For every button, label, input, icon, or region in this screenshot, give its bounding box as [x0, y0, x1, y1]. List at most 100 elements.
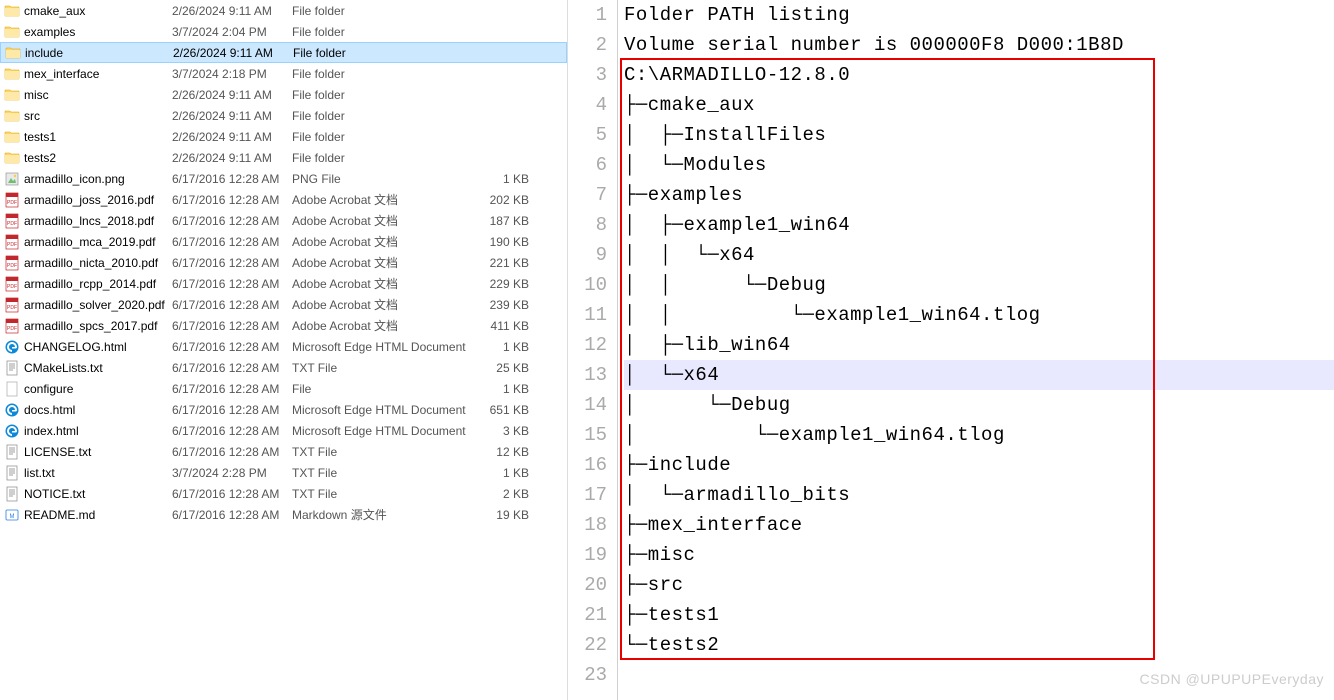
file-name-cell[interactable]: armadillo_icon.png: [4, 171, 172, 187]
code-line[interactable]: └─tests2: [624, 630, 1334, 660]
file-name-label: list.txt: [24, 466, 55, 480]
file-row[interactable]: cmake_aux2/26/2024 9:11 AMFile folder: [0, 0, 567, 21]
file-name-cell[interactable]: PDFarmadillo_nicta_2010.pdf: [4, 255, 172, 271]
file-name-cell[interactable]: include: [5, 45, 173, 61]
file-name-cell[interactable]: docs.html: [4, 402, 172, 418]
file-name-label: tests2: [24, 151, 56, 165]
code-line[interactable]: C:\ARMADILLO-12.8.0: [624, 60, 1334, 90]
code-line[interactable]: ├─src: [624, 570, 1334, 600]
file-row[interactable]: configure6/17/2016 12:28 AMFile1 KB: [0, 378, 567, 399]
file-size-cell: 25 KB: [477, 361, 537, 375]
file-name-cell[interactable]: PDFarmadillo_joss_2016.pdf: [4, 192, 172, 208]
file-row[interactable]: CMakeLists.txt6/17/2016 12:28 AMTXT File…: [0, 357, 567, 378]
file-row[interactable]: armadillo_icon.png6/17/2016 12:28 AMPNG …: [0, 168, 567, 189]
file-name-cell[interactable]: list.txt: [4, 465, 172, 481]
file-size-cell: 2 KB: [477, 487, 537, 501]
file-row[interactable]: docs.html6/17/2016 12:28 AMMicrosoft Edg…: [0, 399, 567, 420]
code-line[interactable]: Volume serial number is 000000F8 D000:1B…: [624, 30, 1334, 60]
file-row[interactable]: index.html6/17/2016 12:28 AMMicrosoft Ed…: [0, 420, 567, 441]
file-name-cell[interactable]: NOTICE.txt: [4, 486, 172, 502]
file-date-cell: 6/17/2016 12:28 AM: [172, 319, 292, 333]
file-type-cell: TXT File: [292, 466, 477, 480]
file-row[interactable]: PDFarmadillo_lncs_2018.pdf6/17/2016 12:2…: [0, 210, 567, 231]
file-name-cell[interactable]: tests2: [4, 150, 172, 166]
code-line[interactable]: ├─mex_interface: [624, 510, 1334, 540]
file-row[interactable]: PDFarmadillo_mca_2019.pdf6/17/2016 12:28…: [0, 231, 567, 252]
code-line[interactable]: │ ├─example1_win64: [624, 210, 1334, 240]
file-name-cell[interactable]: PDFarmadillo_spcs_2017.pdf: [4, 318, 172, 334]
code-area[interactable]: Folder PATH listingVolume serial number …: [618, 0, 1334, 700]
code-line[interactable]: │ ├─InstallFiles: [624, 120, 1334, 150]
file-row[interactable]: src2/26/2024 9:11 AMFile folder: [0, 105, 567, 126]
file-row[interactable]: LICENSE.txt6/17/2016 12:28 AMTXT File12 …: [0, 441, 567, 462]
file-name-cell[interactable]: PDFarmadillo_solver_2020.pdf: [4, 297, 172, 313]
file-row[interactable]: MREADME.md6/17/2016 12:28 AMMarkdown 源文件…: [0, 504, 567, 525]
file-name-cell[interactable]: MREADME.md: [4, 507, 172, 523]
file-row[interactable]: list.txt3/7/2024 2:28 PMTXT File1 KB: [0, 462, 567, 483]
code-line[interactable]: ├─examples: [624, 180, 1334, 210]
file-row[interactable]: PDFarmadillo_joss_2016.pdf6/17/2016 12:2…: [0, 189, 567, 210]
svg-text:PDF: PDF: [7, 284, 17, 290]
file-date-cell: 6/17/2016 12:28 AM: [172, 256, 292, 270]
code-line[interactable]: │ └─x64: [624, 360, 1334, 390]
file-date-cell: 6/17/2016 12:28 AM: [172, 424, 292, 438]
file-size-cell: 19 KB: [477, 508, 537, 522]
pdf-icon: PDF: [4, 213, 20, 229]
file-name-cell[interactable]: configure: [4, 381, 172, 397]
file-row[interactable]: PDFarmadillo_spcs_2017.pdf6/17/2016 12:2…: [0, 315, 567, 336]
file-name-cell[interactable]: LICENSE.txt: [4, 444, 172, 460]
code-line[interactable]: ├─tests1: [624, 600, 1334, 630]
file-name-cell[interactable]: tests1: [4, 129, 172, 145]
line-number: 5: [568, 120, 607, 150]
file-type-cell: PNG File: [292, 172, 477, 186]
file-row[interactable]: examples3/7/2024 2:04 PMFile folder: [0, 21, 567, 42]
file-row[interactable]: PDFarmadillo_rcpp_2014.pdf6/17/2016 12:2…: [0, 273, 567, 294]
folder-icon: [4, 66, 20, 82]
code-line[interactable]: ├─cmake_aux: [624, 90, 1334, 120]
file-name-cell[interactable]: PDFarmadillo_lncs_2018.pdf: [4, 213, 172, 229]
file-row[interactable]: NOTICE.txt6/17/2016 12:28 AMTXT File2 KB: [0, 483, 567, 504]
file-row[interactable]: CHANGELOG.html6/17/2016 12:28 AMMicrosof…: [0, 336, 567, 357]
file-size-cell: 187 KB: [477, 214, 537, 228]
file-name-cell[interactable]: src: [4, 108, 172, 124]
file-name-cell[interactable]: misc: [4, 87, 172, 103]
line-number: 21: [568, 600, 607, 630]
file-name-cell[interactable]: CHANGELOG.html: [4, 339, 172, 355]
file-type-cell: File folder: [292, 25, 477, 39]
txt-icon: [4, 444, 20, 460]
file-name-cell[interactable]: examples: [4, 24, 172, 40]
code-line[interactable]: │ │ └─Debug: [624, 270, 1334, 300]
code-line[interactable]: │ └─Debug: [624, 390, 1334, 420]
file-row[interactable]: PDFarmadillo_nicta_2010.pdf6/17/2016 12:…: [0, 252, 567, 273]
text-editor-pane[interactable]: 1234567891011121314151617181920212223 Fo…: [568, 0, 1334, 700]
file-name-cell[interactable]: mex_interface: [4, 66, 172, 82]
file-row[interactable]: include2/26/2024 9:11 AMFile folder: [0, 42, 567, 63]
code-line[interactable]: │ │ └─example1_win64.tlog: [624, 300, 1334, 330]
code-line[interactable]: ├─misc: [624, 540, 1334, 570]
code-line[interactable]: │ └─armadillo_bits: [624, 480, 1334, 510]
code-line[interactable]: │ └─Modules: [624, 150, 1334, 180]
file-row[interactable]: mex_interface3/7/2024 2:18 PMFile folder: [0, 63, 567, 84]
code-line[interactable]: │ ├─lib_win64: [624, 330, 1334, 360]
code-line[interactable]: │ └─example1_win64.tlog: [624, 420, 1334, 450]
file-name-cell[interactable]: PDFarmadillo_rcpp_2014.pdf: [4, 276, 172, 292]
file-row[interactable]: misc2/26/2024 9:11 AMFile folder: [0, 84, 567, 105]
file-row[interactable]: tests22/26/2024 9:11 AMFile folder: [0, 147, 567, 168]
file-explorer-pane[interactable]: cmake_aux2/26/2024 9:11 AMFile folderexa…: [0, 0, 568, 700]
file-name-cell[interactable]: CMakeLists.txt: [4, 360, 172, 376]
folder-icon: [4, 3, 20, 19]
file-name-label: mex_interface: [24, 67, 99, 81]
file-name-cell[interactable]: index.html: [4, 423, 172, 439]
png-icon: [4, 171, 20, 187]
file-name-label: docs.html: [24, 403, 75, 417]
code-line[interactable]: Folder PATH listing: [624, 0, 1334, 30]
file-size-cell: 190 KB: [477, 235, 537, 249]
line-number: 8: [568, 210, 607, 240]
file-name-cell[interactable]: PDFarmadillo_mca_2019.pdf: [4, 234, 172, 250]
code-line[interactable]: │ │ └─x64: [624, 240, 1334, 270]
file-row[interactable]: PDFarmadillo_solver_2020.pdf6/17/2016 12…: [0, 294, 567, 315]
file-type-cell: File folder: [292, 88, 477, 102]
code-line[interactable]: ├─include: [624, 450, 1334, 480]
file-row[interactable]: tests12/26/2024 9:11 AMFile folder: [0, 126, 567, 147]
file-name-cell[interactable]: cmake_aux: [4, 3, 172, 19]
